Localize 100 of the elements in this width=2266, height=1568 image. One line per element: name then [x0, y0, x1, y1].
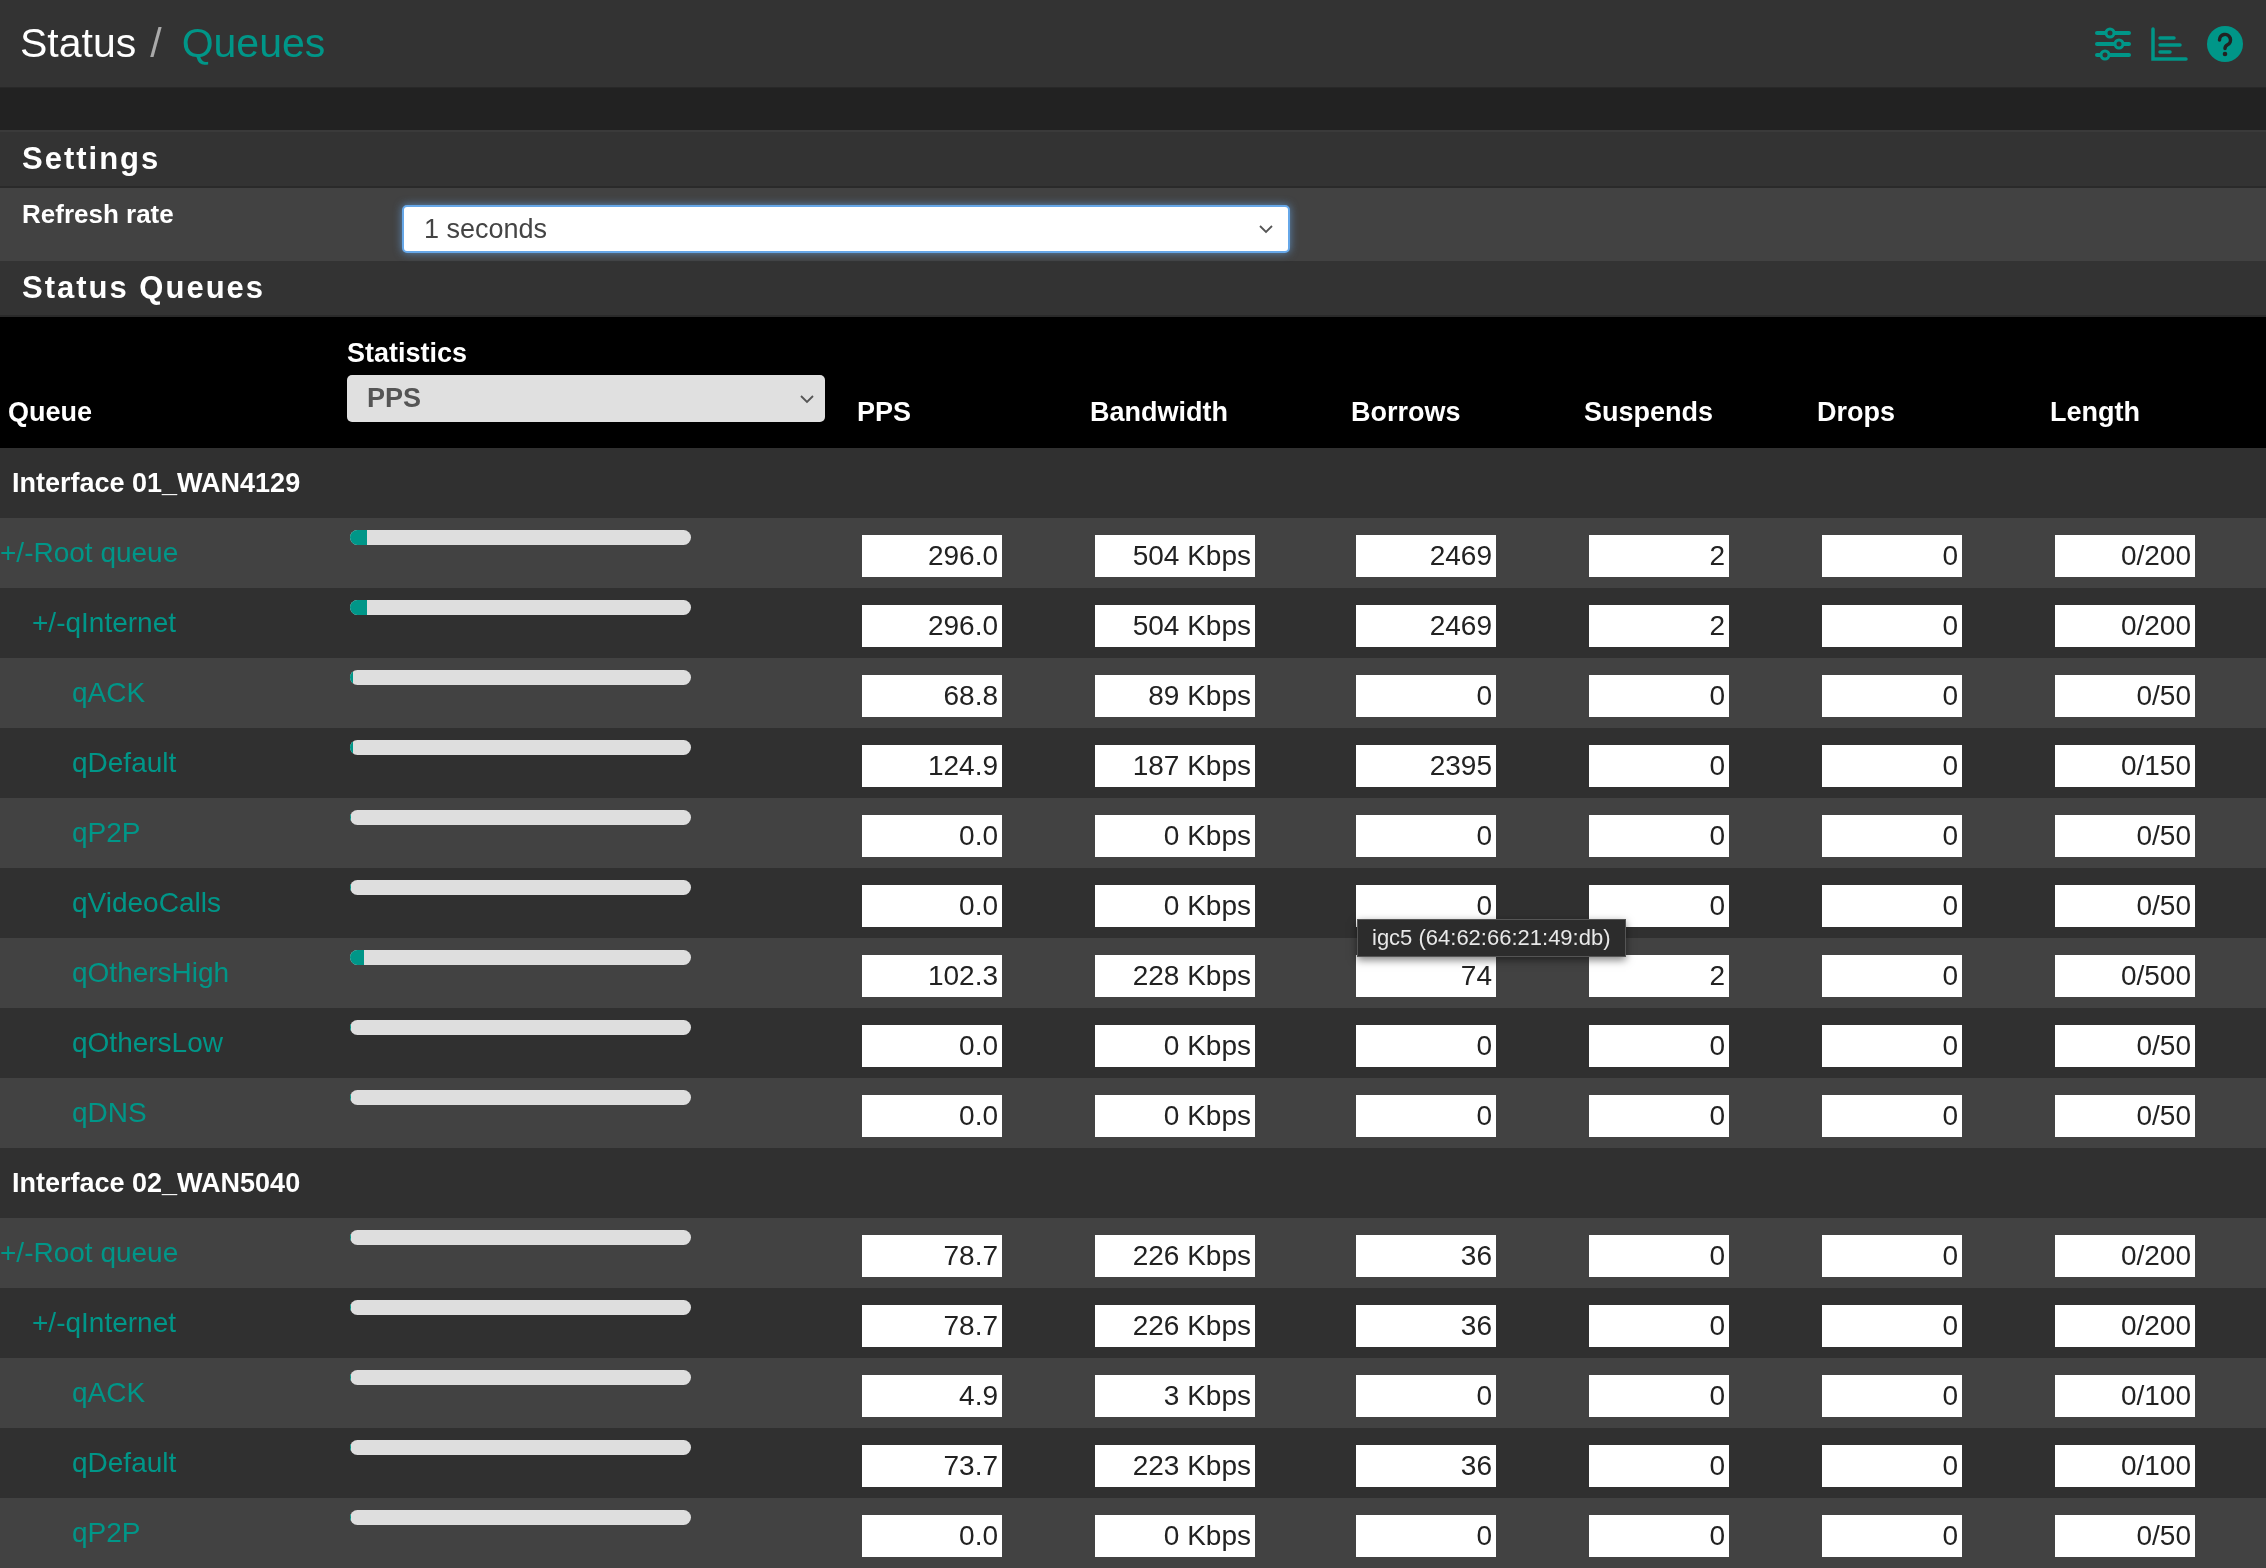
queue-link[interactable]: qP2P: [72, 817, 141, 849]
value-field: 2: [1589, 535, 1729, 577]
value-field: 0: [1822, 1025, 1962, 1067]
value-field: 0/50: [2055, 675, 2195, 717]
value-field: 0: [1356, 815, 1496, 857]
help-icon[interactable]: [2206, 24, 2244, 63]
value-field: 0: [1822, 1515, 1962, 1557]
value-field: 78.7: [862, 1305, 1002, 1347]
bar-chart-icon[interactable]: [2150, 26, 2188, 61]
queue-link[interactable]: qDefault: [72, 747, 177, 779]
value-field: 0 Kbps: [1095, 1515, 1255, 1557]
value-field: 124.9: [862, 745, 1002, 787]
value-field: 0: [1356, 1375, 1496, 1417]
interface-heading: Interface 02_WAN5040: [11, 1167, 301, 1199]
value-field: 0/100: [2055, 1375, 2195, 1417]
value-field: 73.7: [862, 1445, 1002, 1487]
value-field: 0: [1822, 1235, 1962, 1277]
value-field: 0/200: [2055, 605, 2195, 647]
queue-link[interactable]: qACK: [72, 1377, 146, 1409]
value-field: 0/100: [2055, 1445, 2195, 1487]
caret-icon: [799, 393, 815, 404]
interface-heading: Interface 01_WAN4129: [11, 467, 301, 499]
value-field: 89 Kbps: [1095, 675, 1255, 717]
value-field: 0/200: [2055, 1305, 2195, 1347]
value-field: 36: [1356, 1235, 1496, 1277]
settings-icon[interactable]: [2094, 26, 2132, 61]
value-field: 0: [1822, 885, 1962, 927]
value-field: 0/50: [2055, 815, 2195, 857]
value-field: 187 Kbps: [1095, 745, 1255, 787]
value-field: 0: [1822, 1445, 1962, 1487]
value-field: 0/50: [2055, 1515, 2195, 1557]
queue-link[interactable]: qDNS: [72, 1097, 147, 1129]
field-label: Refresh rate: [21, 199, 175, 230]
value-field: 0/200: [2055, 535, 2195, 577]
value-field: 0: [1589, 1095, 1729, 1137]
queue-link[interactable]: qACK: [72, 677, 146, 709]
queue-link[interactable]: qVideoCalls: [72, 887, 221, 919]
value-field: 2: [1589, 605, 1729, 647]
value-field: 296.0: [862, 605, 1002, 647]
value-field: 2469: [1356, 535, 1496, 577]
value-field: 36: [1356, 1305, 1496, 1347]
queue-link[interactable]: qOthersHigh: [72, 957, 230, 989]
breadcrumb-link[interactable]: Queues: [181, 20, 326, 67]
value-field: 0/150: [2055, 745, 2195, 787]
queue-link[interactable]: +/-qInternet: [32, 1307, 176, 1339]
value-field: 0 Kbps: [1095, 815, 1255, 857]
queue-link[interactable]: +/-Root queue: [0, 537, 179, 569]
value-field: 0: [1822, 815, 1962, 857]
column-header: PPS: [856, 397, 913, 429]
column-header: Statistics: [346, 338, 469, 370]
value-field: 0.0: [862, 1095, 1002, 1137]
column-header: Length: [2049, 397, 2141, 429]
value-field: 0: [1589, 1305, 1729, 1347]
value-field: 226 Kbps: [1095, 1305, 1255, 1347]
value-field: 0: [1589, 1235, 1729, 1277]
value-field: 78.7: [862, 1235, 1002, 1277]
value-field: 0: [1356, 1095, 1496, 1137]
value-field: 0.0: [862, 815, 1002, 857]
value-field: 0: [1589, 675, 1729, 717]
breadcrumb-text: Status: [20, 20, 137, 67]
refresh-rate-dropdown[interactable]: 1 seconds: [402, 205, 1290, 253]
caret-icon: [1258, 224, 1274, 234]
column-header: Suspends: [1583, 397, 1715, 429]
value-field: 0.0: [862, 1025, 1002, 1067]
value-field: 0: [1822, 675, 1962, 717]
value-field: 2395: [1356, 745, 1496, 787]
column-header: Queue: [7, 397, 94, 429]
column-header: Drops: [1816, 397, 1896, 429]
value-field: 0: [1822, 1095, 1962, 1137]
value-field: 0 Kbps: [1095, 1095, 1255, 1137]
value-field: 0: [1589, 1445, 1729, 1487]
value-field: 0: [1589, 1515, 1729, 1557]
value-field: 2: [1589, 955, 1729, 997]
queue-link[interactable]: qDefault: [72, 1447, 177, 1479]
value-field: 0: [1589, 745, 1729, 787]
queue-link[interactable]: +/-qInternet: [32, 607, 176, 639]
queue-link[interactable]: qOthersLow: [72, 1027, 223, 1059]
value-field: 0.0: [862, 1515, 1002, 1557]
value-field: 0: [1589, 1375, 1729, 1417]
breadcrumb-separator: /: [150, 20, 162, 67]
queue-link[interactable]: +/-Root queue: [0, 1237, 179, 1269]
value-field: 0/500: [2055, 955, 2195, 997]
value-field: 226 Kbps: [1095, 1235, 1255, 1277]
value-field: 0/50: [2055, 1025, 2195, 1067]
value-field: 0: [1589, 885, 1729, 927]
value-field: 0: [1356, 1025, 1496, 1067]
queue-link[interactable]: qP2P: [72, 1517, 141, 1549]
value-field: 4.9: [862, 1375, 1002, 1417]
tooltip: igc5 (64:62:66:21:49:db): [1357, 919, 1626, 957]
value-field: 0 Kbps: [1095, 1025, 1255, 1067]
value-field: 0: [1822, 955, 1962, 997]
value-field: 0: [1589, 1025, 1729, 1067]
value-field: 0: [1589, 815, 1729, 857]
value-field: 0: [1822, 1375, 1962, 1417]
value-field: 0.0: [862, 885, 1002, 927]
column-header: Borrows: [1350, 397, 1462, 429]
value-field: 36: [1356, 1445, 1496, 1487]
value-field: 504 Kbps: [1095, 605, 1255, 647]
statistics-dropdown[interactable]: PPS: [347, 375, 825, 422]
value-field: 0/50: [2055, 885, 2195, 927]
